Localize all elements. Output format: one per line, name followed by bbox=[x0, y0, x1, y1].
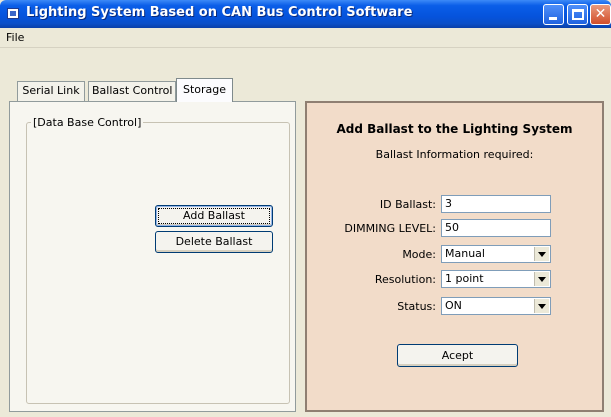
dimming-level-input[interactable]: 50 bbox=[441, 219, 551, 237]
close-icon: ✕ bbox=[594, 6, 607, 22]
tab-serial-link[interactable]: Serial Link bbox=[17, 81, 85, 101]
id-ballast-label: ID Ballast: bbox=[379, 198, 436, 211]
dropdown-arrow-icon[interactable] bbox=[534, 299, 549, 313]
menu-bar: File bbox=[0, 28, 611, 48]
tab-ballast-control[interactable]: Ballast Control bbox=[88, 81, 176, 101]
id-ballast-input[interactable]: 3 bbox=[441, 195, 551, 213]
minimize-button[interactable] bbox=[543, 4, 564, 25]
title-bar: Lighting System Based on CAN Bus Control… bbox=[0, 0, 611, 28]
mode-label: Mode: bbox=[402, 248, 436, 261]
data-base-control-group bbox=[26, 122, 290, 404]
resolution-value: 1 point bbox=[445, 272, 484, 285]
close-button[interactable]: ✕ bbox=[590, 4, 611, 25]
resolution-label: Resolution: bbox=[374, 273, 436, 286]
mode-value: Manual bbox=[445, 247, 485, 260]
dropdown-arrow-icon[interactable] bbox=[534, 247, 549, 261]
panel-heading: Add Ballast to the Lighting System bbox=[336, 122, 573, 136]
window-title: Lighting System Based on CAN Bus Control… bbox=[26, 5, 413, 20]
dimming-level-label: DIMMING LEVEL: bbox=[344, 222, 436, 235]
status-select[interactable]: ON bbox=[441, 297, 551, 315]
maximize-button[interactable] bbox=[567, 4, 588, 25]
status-value: ON bbox=[445, 299, 462, 312]
delete-ballast-button[interactable]: Delete Ballast bbox=[155, 231, 273, 253]
resolution-select[interactable]: 1 point bbox=[441, 270, 551, 288]
app-icon[interactable] bbox=[7, 8, 19, 19]
status-label: Status: bbox=[397, 300, 436, 313]
tab-storage[interactable]: Storage bbox=[176, 78, 233, 102]
menu-file[interactable]: File bbox=[6, 31, 24, 44]
accept-button[interactable]: Acept bbox=[397, 344, 518, 367]
mode-select[interactable]: Manual bbox=[441, 245, 551, 263]
maximize-icon bbox=[572, 9, 584, 20]
group-title: [Data Base Control] bbox=[31, 116, 144, 129]
minimize-icon bbox=[549, 17, 557, 20]
add-ballast-button[interactable]: Add Ballast bbox=[155, 205, 273, 227]
dropdown-arrow-icon[interactable] bbox=[534, 272, 549, 286]
panel-subheading: Ballast Information required: bbox=[375, 148, 534, 161]
